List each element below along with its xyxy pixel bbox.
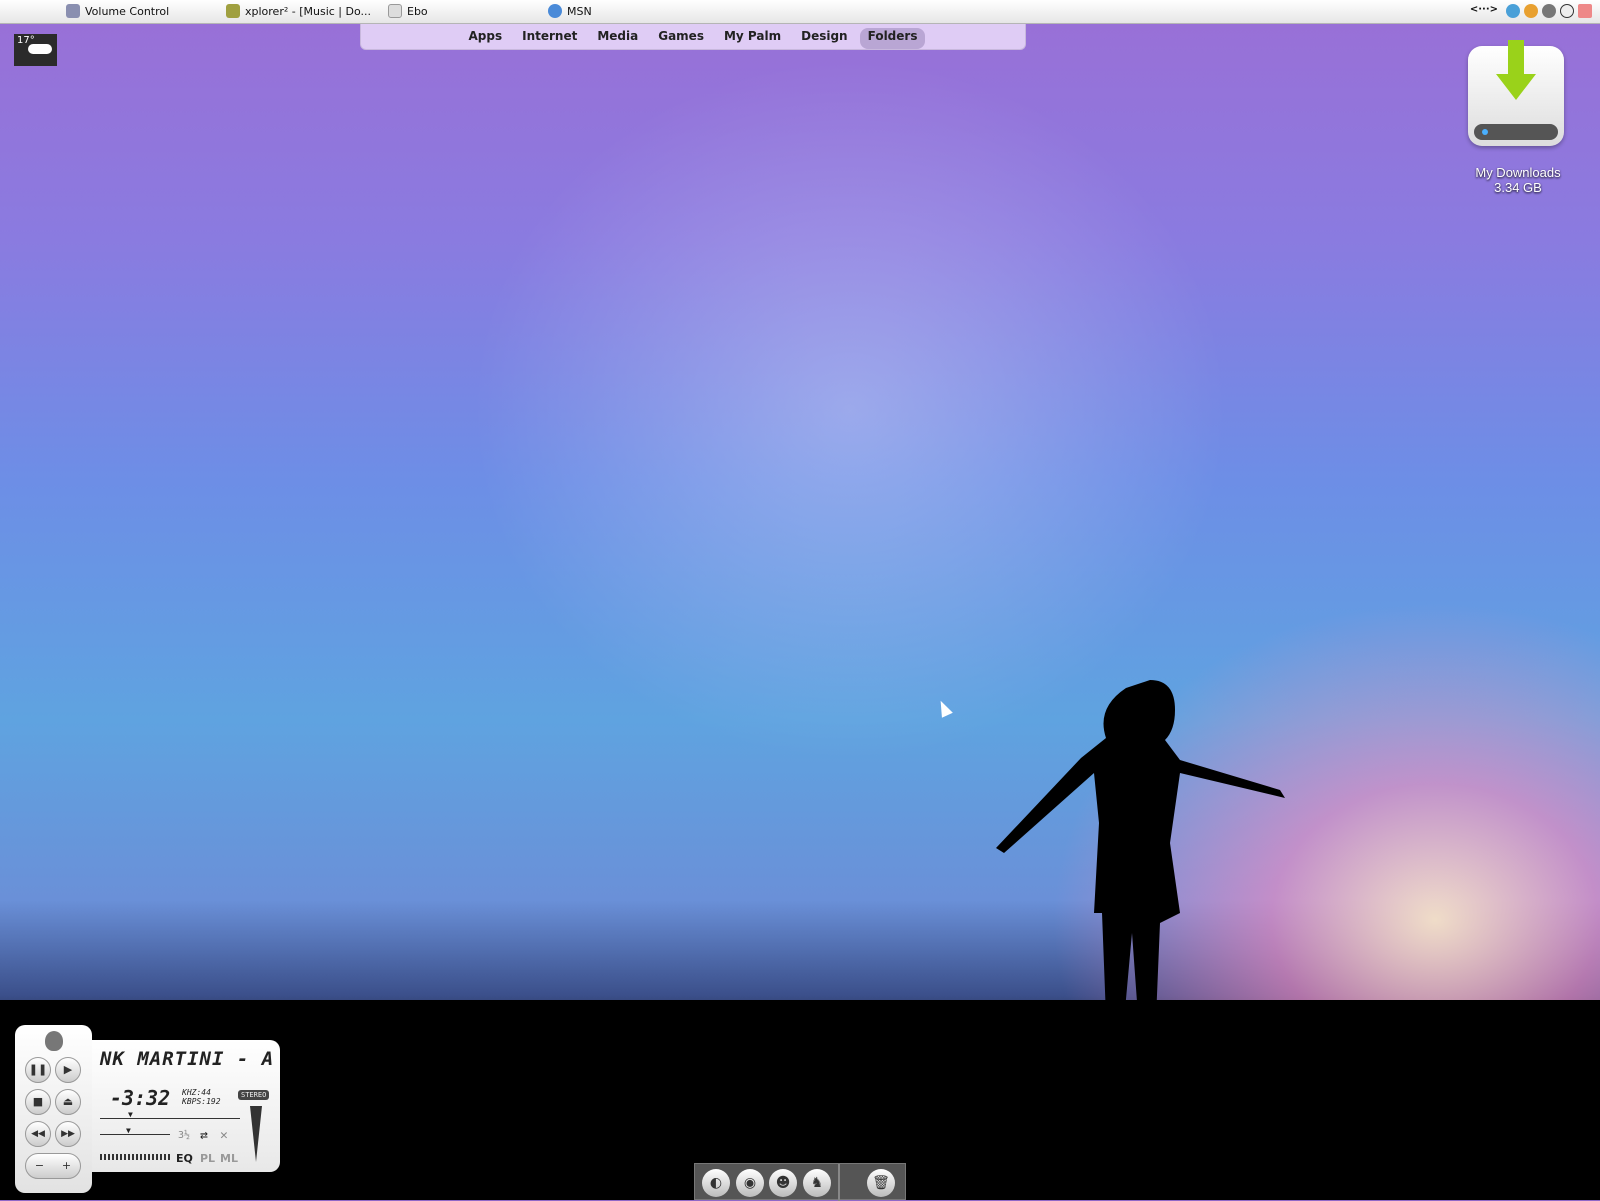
- firefox-icon[interactable]: ◉: [736, 1169, 764, 1197]
- contacts-icon[interactable]: ☻: [769, 1169, 797, 1197]
- playlist-button[interactable]: PL: [200, 1152, 215, 1165]
- kbps-label: KBPS:192: [182, 1097, 221, 1106]
- speaker-icon[interactable]: [1542, 4, 1556, 18]
- task-msn[interactable]: MSN: [548, 4, 592, 18]
- weather-widget[interactable]: 17°: [14, 34, 57, 66]
- menu-item-folders[interactable]: Folders: [859, 28, 926, 49]
- volume-up-button[interactable]: +: [62, 1154, 71, 1178]
- repeat-icon[interactable]: ⇄: [200, 1128, 208, 1143]
- volume-control-icon: [66, 4, 80, 18]
- bitrate-info: KHZ:44 KBPS:192: [182, 1088, 221, 1106]
- menu-item-apps[interactable]: Apps: [461, 28, 511, 49]
- taskbar: Volume Control xplorer² - [Music | Do...…: [0, 0, 1600, 24]
- network-icon[interactable]: [1506, 4, 1520, 18]
- task-label: MSN: [567, 4, 592, 18]
- wallpaper-silhouette: [996, 680, 1285, 1030]
- volume-slider[interactable]: [100, 1134, 170, 1135]
- display-icon[interactable]: [1578, 4, 1592, 18]
- track-title: NK MARTINI - A: [100, 1048, 275, 1070]
- menu-item-media[interactable]: Media: [589, 28, 646, 49]
- msn-icon[interactable]: ◐: [702, 1169, 730, 1197]
- task-label: Ebo: [407, 4, 428, 18]
- task-volume-control[interactable]: Volume Control: [66, 4, 169, 18]
- ebo-icon: [388, 4, 402, 18]
- spectrum-visualizer: [100, 1154, 170, 1160]
- cloud-icon: [28, 44, 52, 54]
- drive-label[interactable]: My Downloads 3.34 GB: [1450, 165, 1586, 195]
- track-time[interactable]: -3:32: [110, 1086, 170, 1110]
- seek-slider[interactable]: [100, 1118, 240, 1119]
- trash-icon[interactable]: 🗑: [867, 1169, 895, 1197]
- my-downloads-drive-icon[interactable]: [1468, 40, 1564, 146]
- volume-stepper[interactable]: − +: [25, 1153, 81, 1179]
- tray-expand-button[interactable]: <···>: [1470, 4, 1498, 18]
- tools-icon[interactable]: ✕: [220, 1128, 228, 1143]
- tray-app-icon[interactable]: [1524, 4, 1538, 18]
- menu-item-internet[interactable]: Internet: [514, 28, 585, 49]
- volume-handle[interactable]: ▼: [126, 1126, 131, 1135]
- player-controls: ❚❚ ▶ ■ ⏏ ◀◀ ▶▶ − +: [15, 1025, 92, 1193]
- msn-icon: [548, 4, 562, 18]
- xplorer-icon: [226, 4, 240, 18]
- shuffle-button[interactable]: 3½: [178, 1130, 190, 1141]
- drive-name: My Downloads: [1475, 165, 1561, 180]
- drive-size: 3.34 GB: [1494, 180, 1542, 195]
- drive-slot: [1474, 124, 1558, 140]
- dock-separator: [838, 1164, 840, 1201]
- cow-icon[interactable]: [1560, 4, 1574, 18]
- play-button[interactable]: ▶: [55, 1057, 81, 1083]
- system-tray: <···>: [1470, 4, 1592, 18]
- task-ebo[interactable]: Ebo: [388, 4, 428, 18]
- menu-item-design[interactable]: Design: [793, 28, 856, 49]
- khz-label: KHZ:44: [182, 1088, 211, 1097]
- download-arrow-icon: [1496, 40, 1536, 100]
- eq-button[interactable]: EQ: [176, 1152, 193, 1165]
- volume-down-button[interactable]: −: [35, 1154, 44, 1178]
- eject-button[interactable]: ⏏: [55, 1089, 81, 1115]
- seek-handle[interactable]: ▼: [128, 1110, 133, 1119]
- task-label: Volume Control: [85, 4, 170, 18]
- previous-button[interactable]: ◀◀: [25, 1121, 51, 1147]
- pause-button[interactable]: ❚❚: [25, 1057, 51, 1083]
- apple-logo-icon: [45, 1031, 63, 1051]
- dock: ◐ ◉ ☻ ♞ 🗑: [694, 1163, 906, 1201]
- user-icon[interactable]: ♞: [803, 1169, 831, 1197]
- player-display: NK MARTINI - A -3:32 KHZ:44 KBPS:192 STER…: [92, 1040, 280, 1172]
- task-label: xplorer² - [Music | Do...: [245, 4, 372, 18]
- task-xplorer[interactable]: xplorer² - [Music | Do...: [226, 4, 371, 18]
- volume-meter: [250, 1106, 262, 1162]
- launcher-menu: Apps Internet Media Games My Palm Design…: [360, 24, 1026, 50]
- stereo-badge: STEREO: [238, 1090, 270, 1100]
- next-button[interactable]: ▶▶: [55, 1121, 81, 1147]
- media-library-button[interactable]: ML: [220, 1152, 238, 1165]
- menu-item-games[interactable]: Games: [650, 28, 712, 49]
- menu-item-my-palm[interactable]: My Palm: [716, 28, 789, 49]
- stop-button[interactable]: ■: [25, 1089, 51, 1115]
